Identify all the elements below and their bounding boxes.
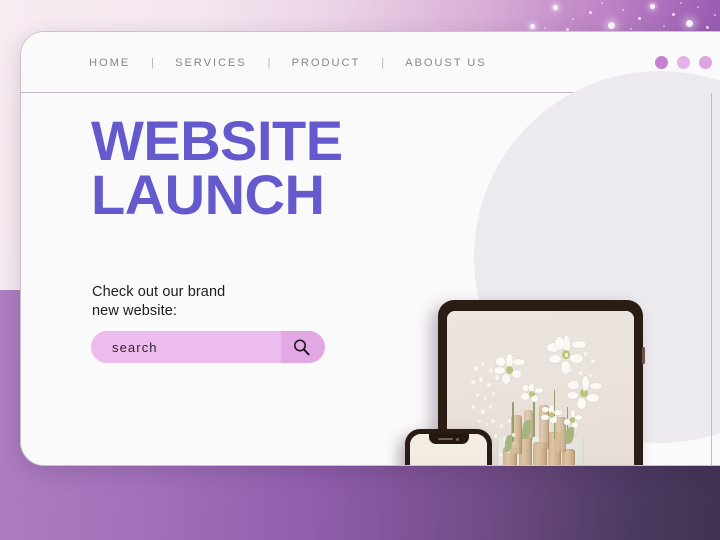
gypsophila-spray <box>559 351 604 415</box>
device-mockups <box>21 93 720 465</box>
window-dot-1[interactable] <box>655 56 668 69</box>
nav-item-home[interactable]: HOME <box>89 57 130 69</box>
nav-item-about-us[interactable]: ABOUST US <box>405 57 487 69</box>
phone-mockup <box>405 429 492 465</box>
nav-item-product[interactable]: PRODUCT <box>292 57 361 69</box>
window-dot-3[interactable] <box>699 56 712 69</box>
browser-window-card: HOME | SERVICES | PRODUCT | ABOUST US WE… <box>20 31 720 466</box>
flower <box>520 382 544 408</box>
page-content: WEBSITE LAUNCH Check out our brand new w… <box>21 71 720 465</box>
search-input[interactable]: search <box>112 340 158 355</box>
nav-links: HOME | SERVICES | PRODUCT | ABOUST US <box>89 32 487 93</box>
phone-screen <box>410 434 487 465</box>
nav-item-services[interactable]: SERVICES <box>175 57 247 69</box>
nav-separator: | <box>151 56 155 69</box>
window-dot-2[interactable] <box>677 56 690 69</box>
nav-separator: | <box>381 56 385 69</box>
tablet-side-button <box>642 347 645 364</box>
nav-separator: | <box>267 56 271 69</box>
phone-notch <box>428 434 469 444</box>
search-icon[interactable] <box>293 339 310 356</box>
